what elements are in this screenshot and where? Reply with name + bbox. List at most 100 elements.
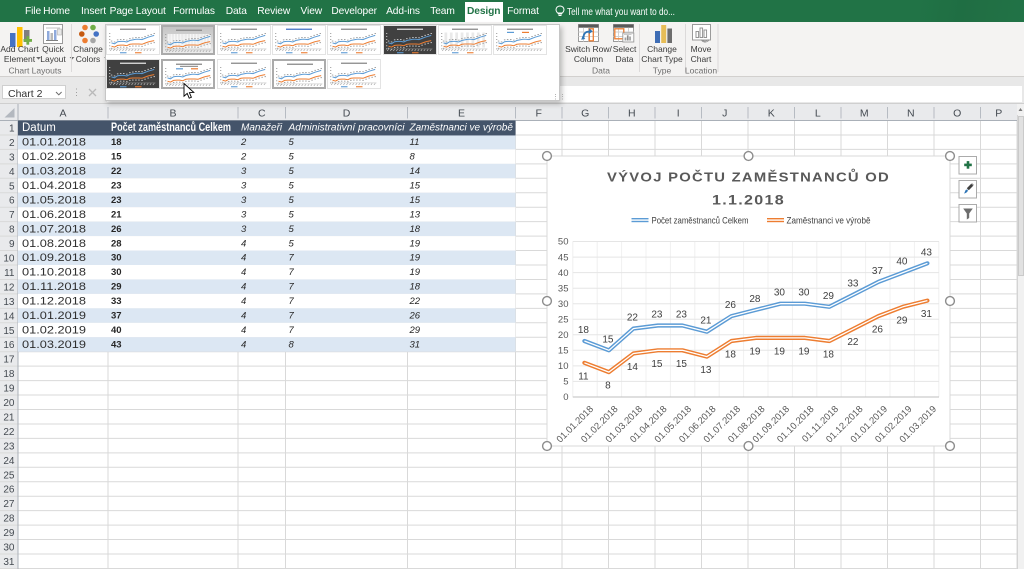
- svg-text:28: 28: [749, 294, 761, 305]
- svg-text:26: 26: [3, 485, 15, 496]
- svg-text:4: 4: [241, 238, 246, 249]
- svg-text:01.05.2018: 01.05.2018: [22, 194, 86, 206]
- svg-text:3: 3: [241, 166, 247, 177]
- svg-text:Zaměstnanci ve výrobě: Zaměstnanci ve výrobě: [409, 123, 514, 134]
- svg-text:29: 29: [409, 325, 421, 336]
- svg-text:01.03.2018: 01.03.2018: [22, 166, 86, 178]
- svg-text:4: 4: [241, 282, 246, 293]
- svg-text:40: 40: [558, 268, 569, 279]
- svg-text:29: 29: [3, 528, 15, 539]
- svg-text:26: 26: [111, 224, 122, 235]
- svg-text:43: 43: [111, 339, 122, 350]
- svg-text:01.10.2018: 01.10.2018: [22, 267, 86, 279]
- svg-text:K: K: [768, 108, 775, 120]
- svg-text:Manažeři: Manažeři: [241, 123, 283, 134]
- svg-text:I: I: [677, 108, 680, 120]
- svg-text:Layout: Layout: [40, 54, 66, 64]
- svg-text:Chart Type: Chart Type: [641, 54, 683, 64]
- svg-text:25: 25: [558, 314, 569, 325]
- svg-text:3: 3: [241, 209, 247, 220]
- svg-text:28: 28: [3, 514, 15, 525]
- svg-text:Počet zaměstnanců Celkem: Počet zaměstnanců Celkem: [111, 122, 231, 134]
- svg-text:Administrativní pracovníci: Administrativní pracovníci: [287, 123, 405, 134]
- svg-text:33: 33: [847, 278, 859, 289]
- svg-text:4: 4: [241, 267, 246, 278]
- svg-text:27: 27: [3, 499, 15, 510]
- svg-text:7: 7: [289, 267, 295, 278]
- svg-text:Add Chart: Add Chart: [0, 44, 39, 54]
- svg-text:12: 12: [3, 282, 15, 293]
- svg-text:01.11.2018: 01.11.2018: [22, 281, 86, 293]
- svg-text:18: 18: [410, 282, 421, 293]
- svg-text:29: 29: [823, 291, 835, 302]
- svg-text:19: 19: [410, 253, 421, 264]
- svg-text:01.01.2018: 01.01.2018: [22, 137, 86, 149]
- svg-text:Element: Element: [4, 54, 36, 64]
- svg-text:22: 22: [847, 337, 859, 348]
- svg-text:Location: Location: [685, 66, 717, 76]
- svg-text:J: J: [722, 108, 727, 120]
- svg-text:18: 18: [3, 369, 15, 380]
- svg-text:M: M: [860, 108, 869, 120]
- svg-text:7: 7: [289, 282, 295, 293]
- svg-text:35: 35: [558, 283, 569, 294]
- svg-text:30: 30: [798, 288, 810, 299]
- svg-text:21: 21: [700, 316, 712, 327]
- svg-text:19: 19: [798, 346, 810, 357]
- svg-text:37: 37: [111, 311, 122, 322]
- svg-text:7: 7: [289, 311, 295, 322]
- svg-text:18: 18: [823, 350, 835, 361]
- svg-text:7: 7: [289, 253, 295, 264]
- svg-text:01.09.2018: 01.09.2018: [22, 252, 86, 264]
- svg-text:18: 18: [410, 224, 421, 235]
- svg-text:8: 8: [289, 339, 295, 350]
- svg-text:2: 2: [240, 152, 247, 163]
- svg-text:28: 28: [111, 238, 122, 249]
- svg-text:30: 30: [3, 543, 15, 554]
- svg-text:Column: Column: [574, 54, 604, 64]
- svg-text:D: D: [343, 108, 351, 120]
- svg-text:30: 30: [111, 253, 122, 264]
- svg-text:Datum: Datum: [22, 122, 56, 134]
- svg-text:23: 23: [676, 310, 688, 321]
- svg-text:3: 3: [241, 224, 247, 235]
- svg-text:5: 5: [289, 195, 295, 206]
- svg-text:15: 15: [558, 346, 569, 357]
- svg-text:8: 8: [605, 381, 611, 392]
- svg-text:23: 23: [111, 195, 122, 206]
- svg-text:0: 0: [563, 392, 568, 403]
- svg-text:G: G: [581, 108, 589, 120]
- svg-text:VÝVOJ POČTU ZAMĚSTNANCŮ OD: VÝVOJ POČTU ZAMĚSTNANCŮ OD: [607, 169, 890, 185]
- svg-text:9: 9: [9, 239, 15, 250]
- svg-text:7: 7: [9, 210, 15, 221]
- svg-text:33: 33: [111, 296, 122, 307]
- svg-text:N: N: [907, 108, 915, 120]
- svg-text:4: 4: [9, 167, 15, 178]
- svg-text:50: 50: [558, 237, 569, 248]
- svg-text:P: P: [995, 108, 1002, 120]
- svg-text:37: 37: [872, 266, 884, 277]
- svg-text:20: 20: [558, 330, 569, 341]
- svg-text:6: 6: [9, 196, 15, 207]
- svg-text:29: 29: [111, 282, 122, 293]
- svg-text:5: 5: [289, 137, 295, 148]
- svg-text:26: 26: [872, 325, 884, 336]
- svg-text:18: 18: [578, 325, 590, 336]
- svg-text:1.1.2018: 1.1.2018: [712, 193, 785, 208]
- svg-text:Switch Row/: Switch Row/: [565, 44, 612, 54]
- svg-text:10: 10: [558, 361, 569, 372]
- svg-text:31: 31: [3, 557, 15, 568]
- svg-text:4: 4: [241, 253, 246, 264]
- svg-text:2: 2: [9, 138, 15, 149]
- svg-text:8: 8: [410, 152, 416, 163]
- svg-text:4: 4: [241, 296, 246, 307]
- svg-text:Data: Data: [616, 54, 634, 64]
- svg-text:Change: Change: [647, 44, 677, 54]
- svg-text:01.01.2019: 01.01.2019: [22, 310, 86, 322]
- svg-text:19: 19: [3, 384, 15, 395]
- svg-text:11: 11: [4, 268, 15, 279]
- svg-text:11: 11: [410, 137, 420, 148]
- svg-text:5: 5: [563, 377, 568, 388]
- svg-text:01.06.2018: 01.06.2018: [22, 209, 86, 221]
- svg-text:14: 14: [410, 166, 421, 177]
